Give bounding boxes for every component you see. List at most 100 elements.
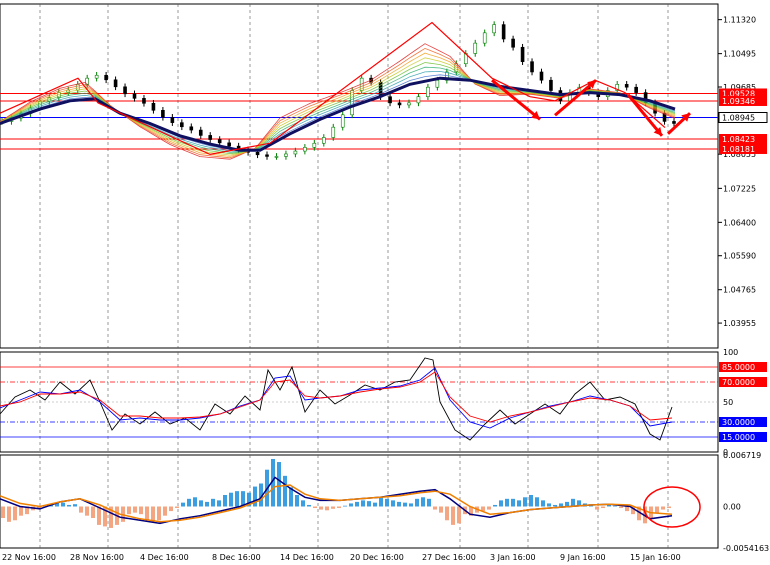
histogram-bar xyxy=(343,505,347,507)
histogram-bar xyxy=(67,504,71,507)
histogram-bar xyxy=(499,500,503,507)
hist-y-tick-label: -0.0054163 xyxy=(723,544,769,553)
histogram-bar xyxy=(205,501,209,507)
histogram-bar xyxy=(295,494,299,507)
histogram-bar xyxy=(277,462,281,507)
hist-y-tick-label: 0.006719 xyxy=(723,451,761,460)
level-price-label: 1.08945 xyxy=(722,113,755,122)
y-tick-label: 1.03955 xyxy=(723,319,756,328)
candle-body xyxy=(473,42,478,54)
candle-body xyxy=(151,102,156,111)
osc-level-label: 30.0000 xyxy=(722,418,755,427)
level-price-label: 1.08423 xyxy=(722,135,755,144)
osc-line-1 xyxy=(0,367,673,429)
panel-border xyxy=(0,3,719,349)
histogram-bar xyxy=(403,502,407,507)
candle-body xyxy=(227,142,231,147)
histogram-bar xyxy=(421,497,425,507)
histogram-bar xyxy=(391,500,395,507)
histogram-bar xyxy=(301,500,305,507)
hist-y-tick-label: 0.00 xyxy=(723,502,741,511)
candle-body xyxy=(407,102,411,106)
histogram-bar xyxy=(307,504,311,507)
histogram-bar xyxy=(553,504,557,507)
ribbon-ma-line xyxy=(0,57,676,156)
candle-body xyxy=(549,79,553,91)
bearish-arrow xyxy=(491,79,541,121)
time-axis: 22 Nov 16:00 28 Nov 16:00 4 Dec 16:00 8 Dec… xyxy=(2,553,681,562)
osc-level-label: 85.0000 xyxy=(722,363,755,372)
candle-body xyxy=(274,156,279,158)
histogram-bar xyxy=(223,494,227,507)
histogram-bar xyxy=(409,503,413,507)
candle-body xyxy=(284,153,288,157)
price-axis: 1.113201.104951.096851.080551.072251.064… xyxy=(718,16,769,553)
candle-body xyxy=(322,137,326,144)
y-tick-label: 1.06400 xyxy=(723,218,756,227)
histogram-bar xyxy=(235,491,239,507)
candle-body xyxy=(672,121,676,124)
candle-body xyxy=(161,109,165,118)
osc-y-tick-label: 50 xyxy=(723,398,733,407)
histogram-bar xyxy=(7,506,11,522)
histogram-bar xyxy=(361,500,365,507)
histogram-bar xyxy=(451,506,455,525)
histogram-bar xyxy=(439,506,443,513)
candle-body xyxy=(388,96,392,104)
histogram-bar xyxy=(13,506,17,521)
candle-body xyxy=(123,86,127,95)
histogram-bar xyxy=(493,504,497,507)
x-tick-label: 27 Dec 16:00 xyxy=(422,553,476,562)
histogram-bar xyxy=(211,498,215,507)
histogram-bar xyxy=(61,502,65,507)
x-tick-label: 20 Dec 16:00 xyxy=(350,553,404,562)
osc-line-2 xyxy=(0,371,673,423)
candle-body xyxy=(492,24,496,34)
candle-body xyxy=(198,129,203,136)
histogram-bar xyxy=(175,506,179,509)
candle-body xyxy=(265,154,269,157)
candle-body xyxy=(340,114,345,128)
x-tick-label: 4 Dec 16:00 xyxy=(140,553,189,562)
ribbon-ma-line xyxy=(0,62,676,155)
histogram-bar xyxy=(661,506,665,510)
histogram-bar xyxy=(79,506,83,513)
histogram-bar xyxy=(349,503,353,507)
histogram-bar xyxy=(73,504,77,507)
chart-canvas[interactable]: 1.113201.104951.096851.080551.072251.064… xyxy=(0,0,770,565)
grid xyxy=(0,3,719,549)
candle-body xyxy=(520,46,525,62)
y-tick-label: 1.07225 xyxy=(723,184,756,193)
histogram-bar xyxy=(535,497,539,507)
histogram-bar xyxy=(433,506,437,510)
histogram-bar xyxy=(517,500,521,507)
histogram-bar xyxy=(127,506,131,515)
x-tick-label: 14 Dec 16:00 xyxy=(280,553,334,562)
histogram-bar xyxy=(367,501,371,507)
histogram-bar xyxy=(151,506,155,522)
histogram-bar xyxy=(385,498,389,507)
level-price-label: 1.09346 xyxy=(722,97,755,106)
histogram-bar xyxy=(655,506,659,513)
histogram-bar xyxy=(283,475,287,507)
candle-body xyxy=(142,98,146,104)
histogram-bar xyxy=(379,497,383,507)
candle-body xyxy=(75,84,80,91)
x-tick-label: 9 Jan 16:00 xyxy=(560,553,606,562)
histogram-bar xyxy=(565,501,569,507)
histogram-bar xyxy=(229,492,233,507)
candle-body xyxy=(331,126,336,138)
osc-y-tick-label: 100 xyxy=(723,348,738,357)
histogram-bar xyxy=(97,506,101,525)
candle-body xyxy=(624,84,629,88)
histogram-panel[interactable] xyxy=(0,458,701,528)
histogram-bar xyxy=(547,503,551,507)
candle-body xyxy=(94,74,99,79)
histogram-bar xyxy=(457,506,461,524)
histogram-bar xyxy=(85,506,89,516)
histogram-bar xyxy=(487,506,491,510)
osc-line-0 xyxy=(0,357,673,441)
x-tick-label: 8 Dec 16:00 xyxy=(212,553,261,562)
candle-body xyxy=(511,38,515,48)
level-price-label: 1.08181 xyxy=(722,145,755,154)
